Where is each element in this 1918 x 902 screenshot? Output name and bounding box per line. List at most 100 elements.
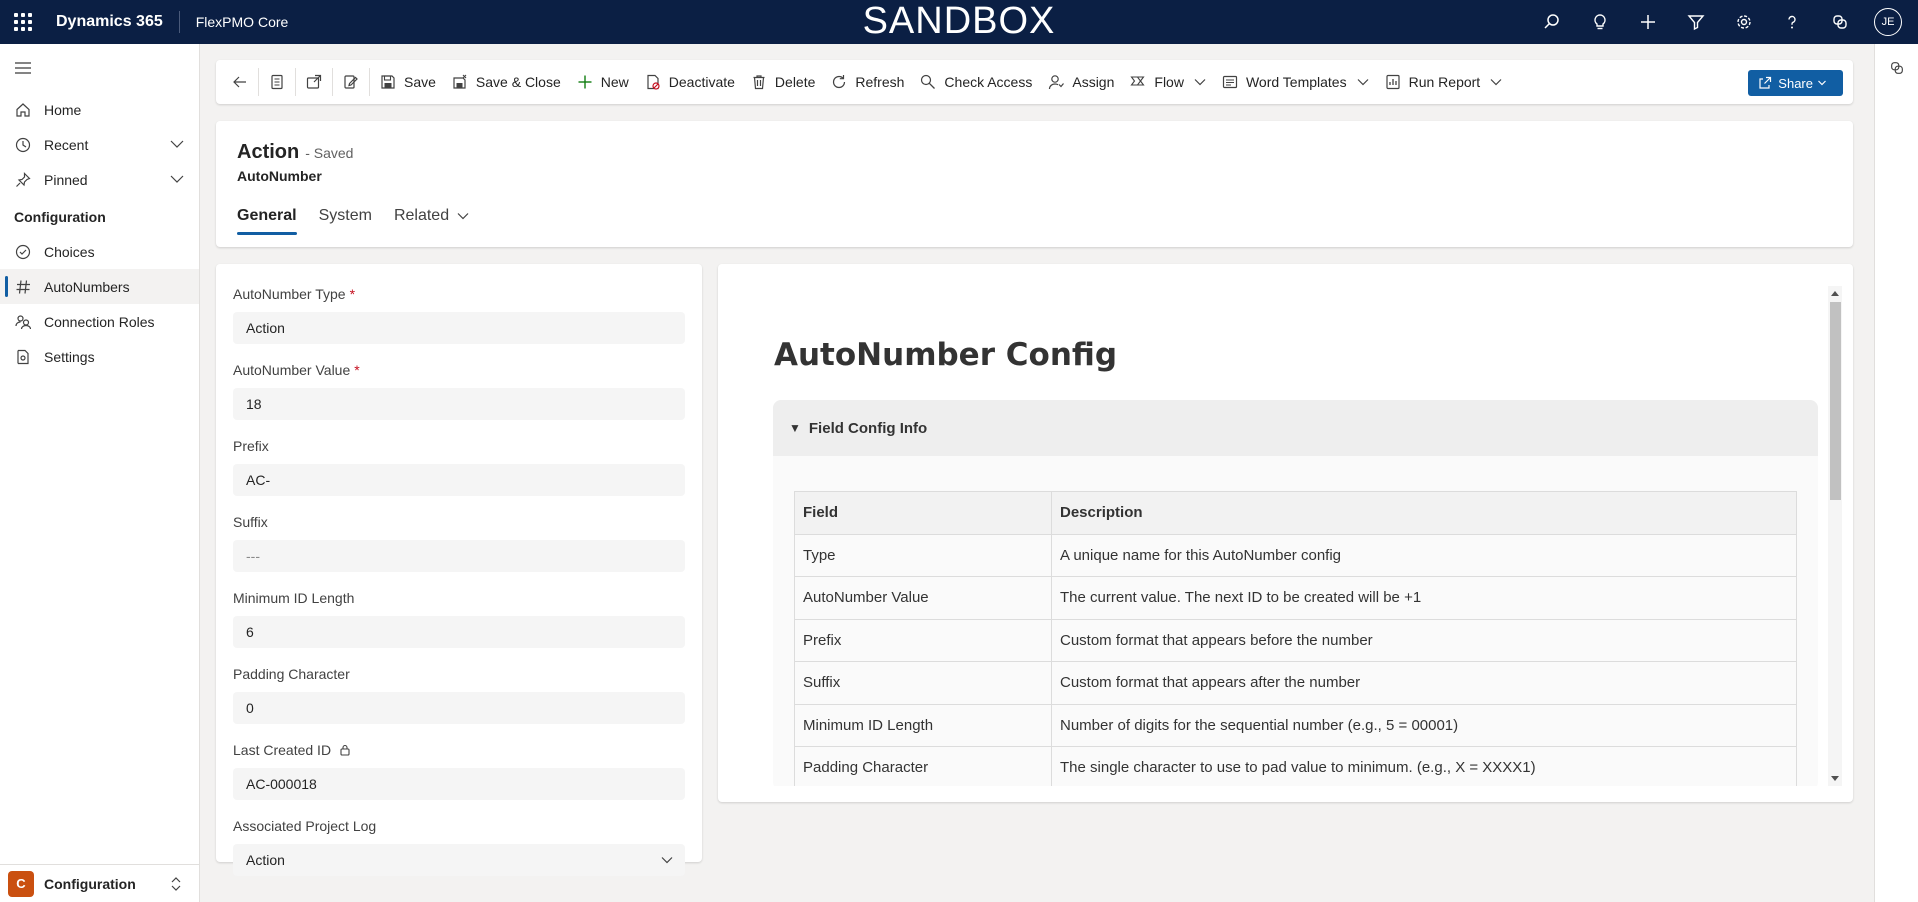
- delete-button[interactable]: Delete: [743, 66, 823, 98]
- sidebar-item-home[interactable]: Home: [0, 92, 199, 127]
- filter-icon[interactable]: [1672, 0, 1720, 44]
- suffix-input[interactable]: ---: [233, 540, 685, 572]
- open-in-new-icon: [306, 74, 322, 89]
- share-icon: [1759, 76, 1772, 89]
- share-button[interactable]: Share: [1748, 70, 1843, 96]
- config-frame: AutoNumber Config ▼ Field Config Info Fi…: [755, 286, 1842, 786]
- scroll-up-arrow-icon[interactable]: [1828, 286, 1842, 300]
- user-profile-button[interactable]: JE: [1864, 0, 1912, 44]
- app-launcher-button[interactable]: [0, 0, 46, 44]
- app-name[interactable]: FlexPMO Core: [180, 14, 289, 30]
- chevron-down-icon: [661, 857, 673, 864]
- brand-name[interactable]: Dynamics 365: [46, 11, 180, 33]
- sidebar-item-label: Recent: [44, 136, 89, 153]
- autonumber-type-field: AutoNumber Type * Action: [233, 284, 685, 344]
- clock-icon: [14, 136, 32, 154]
- field-label: Padding Character: [233, 666, 350, 682]
- table-row: Suffix Custom format that appears after t…: [794, 661, 1797, 705]
- flow-button[interactable]: Flow: [1122, 66, 1214, 98]
- form-view-button[interactable]: [261, 66, 293, 98]
- collapse-menu-button[interactable]: [0, 44, 199, 92]
- prefix-input[interactable]: AC-: [233, 464, 685, 496]
- delete-label: Delete: [774, 74, 816, 90]
- waffle-icon: [14, 13, 32, 31]
- deactivate-button[interactable]: Deactivate: [637, 66, 743, 98]
- refresh-icon: [833, 75, 846, 89]
- copilot-pane-icon[interactable]: [1875, 50, 1918, 86]
- search-icon[interactable]: [1528, 0, 1576, 44]
- table-row: AutoNumber Value The current value. The n…: [794, 576, 1797, 620]
- new-button[interactable]: New: [569, 66, 637, 98]
- table-cell: A unique name for this AutoNumber config: [1051, 533, 1797, 577]
- lightbulb-icon[interactable]: [1576, 0, 1624, 44]
- table-cell: Custom format that appears after the num…: [1051, 661, 1797, 705]
- autonumber-value-input[interactable]: 18: [233, 388, 685, 420]
- refresh-button[interactable]: Refresh: [823, 66, 912, 98]
- copilot-icon[interactable]: [1816, 0, 1864, 44]
- document-icon: [271, 74, 283, 90]
- chevron-down-icon: [457, 213, 469, 220]
- open-new-window-button[interactable]: [298, 66, 330, 98]
- area-switcher[interactable]: C Configuration: [0, 864, 199, 902]
- associated-project-log-select[interactable]: Action: [233, 844, 685, 876]
- chevron-down-icon[interactable]: [169, 136, 185, 152]
- assign-button[interactable]: Assign: [1040, 66, 1122, 98]
- required-marker: *: [349, 286, 356, 302]
- table-row: Minimum ID Length Number of digits for th…: [794, 703, 1797, 747]
- table-row: Padding Character The single character to…: [794, 746, 1797, 786]
- padding-character-input[interactable]: 0: [233, 692, 685, 724]
- sidebar-item-recent[interactable]: Recent: [0, 127, 199, 162]
- run-report-button[interactable]: Run Report: [1377, 66, 1511, 98]
- scroll-down-arrow-icon[interactable]: [1828, 772, 1842, 786]
- table-cell: Prefix: [794, 618, 1052, 662]
- top-icons: JE: [1528, 0, 1912, 44]
- flow-icon: [1130, 76, 1145, 86]
- table-cell: Type: [794, 533, 1052, 577]
- word-templates-button[interactable]: Word Templates: [1214, 66, 1377, 98]
- avatar: JE: [1874, 8, 1902, 36]
- table-header-row: Field Description: [794, 491, 1797, 535]
- table-cell: AutoNumber Value: [794, 576, 1052, 620]
- chevron-down-icon[interactable]: [169, 171, 185, 187]
- sidebar-item-label: Settings: [44, 348, 95, 365]
- report-icon: [1385, 74, 1400, 90]
- save-button[interactable]: Save: [372, 66, 444, 98]
- edit-icon: [344, 75, 358, 89]
- field-config-summary[interactable]: ▼ Field Config Info: [773, 400, 1818, 456]
- tab-related[interactable]: Related: [394, 203, 469, 235]
- sidebar-item-label: Home: [44, 101, 82, 118]
- vertical-scrollbar[interactable]: [1828, 286, 1842, 786]
- autonumber-type-input[interactable]: Action: [233, 312, 685, 344]
- separator: [258, 68, 259, 96]
- field-label: Last Created ID: [233, 740, 685, 760]
- share-label: Share: [1778, 75, 1813, 91]
- sidebar-item-connection-roles[interactable]: Connection Roles: [0, 304, 199, 339]
- field-config-details: ▼ Field Config Info Field Description Ty…: [773, 400, 1818, 786]
- top-navigation-bar: Dynamics 365 FlexPMO Core SANDBOX JE: [0, 0, 1918, 44]
- table-cell: Minimum ID Length: [794, 703, 1052, 747]
- people-icon: [14, 313, 32, 331]
- field-config-table: Field Description Type A unique name for …: [794, 491, 1797, 786]
- edit-form-button[interactable]: [335, 66, 367, 98]
- gear-icon[interactable]: [1720, 0, 1768, 44]
- flow-label: Flow: [1154, 74, 1184, 90]
- back-button[interactable]: [224, 66, 256, 98]
- plus-icon[interactable]: [1624, 0, 1672, 44]
- sidebar-item-pinned[interactable]: Pinned: [0, 162, 199, 197]
- tab-general[interactable]: General: [237, 203, 297, 235]
- chevron-down-icon: [1490, 79, 1502, 86]
- tab-system[interactable]: System: [319, 203, 372, 235]
- command-bar: Save Save & Close New Deactivate Delete …: [216, 60, 1853, 104]
- help-icon[interactable]: [1768, 0, 1816, 44]
- save-and-close-label: Save & Close: [475, 74, 561, 90]
- scrollbar-thumb[interactable]: [1830, 302, 1841, 500]
- minimum-id-length-input[interactable]: 6: [233, 616, 685, 648]
- check-access-button[interactable]: Check Access: [912, 66, 1040, 98]
- sidebar-item-choices[interactable]: Choices: [0, 234, 199, 269]
- field-label: Prefix: [233, 438, 269, 454]
- associated-project-log-field: Associated Project Log Action: [233, 816, 685, 876]
- table-row: Prefix Custom format that appears before …: [794, 618, 1797, 662]
- sidebar-item-settings[interactable]: Settings: [0, 339, 199, 374]
- save-and-close-button[interactable]: Save & Close: [444, 66, 569, 98]
- sidebar-item-autonumbers[interactable]: AutoNumbers: [0, 269, 199, 304]
